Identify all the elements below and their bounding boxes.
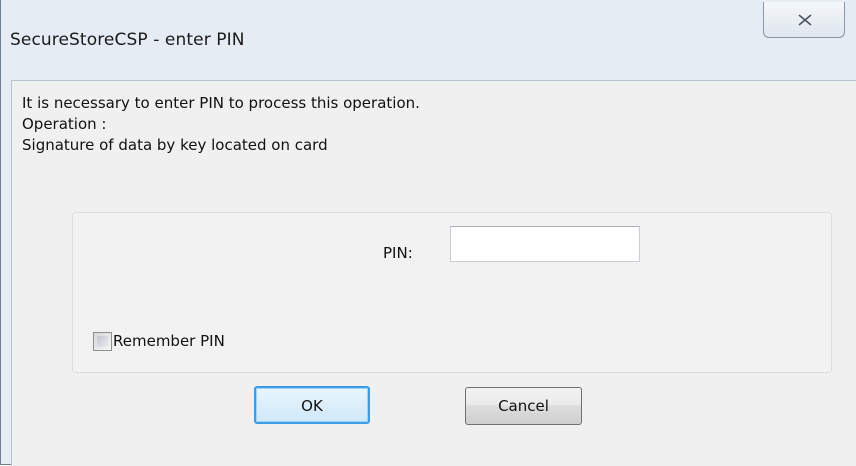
close-icon bbox=[798, 14, 812, 26]
dialog-window: SecureStoreCSP - enter PIN It is necessa… bbox=[0, 0, 856, 466]
ok-button[interactable]: OK bbox=[254, 386, 370, 424]
cancel-button[interactable]: Cancel bbox=[465, 387, 582, 425]
remember-pin-label[interactable]: Remember PIN bbox=[113, 332, 225, 350]
dialog-content: It is necessary to enter PIN to process … bbox=[11, 80, 856, 466]
message-line-2: Operation : bbox=[22, 115, 107, 133]
title-bar[interactable]: SecureStoreCSP - enter PIN bbox=[1, 0, 856, 80]
window-title: SecureStoreCSP - enter PIN bbox=[10, 30, 245, 50]
message-line-1: It is necessary to enter PIN to process … bbox=[22, 94, 420, 112]
remember-pin-checkbox[interactable] bbox=[93, 332, 112, 351]
close-button[interactable] bbox=[763, 2, 845, 38]
pin-label: PIN: bbox=[383, 244, 413, 262]
pin-group-box: PIN: Remember PIN bbox=[72, 212, 832, 373]
message-line-3: Signature of data by key located on card bbox=[22, 136, 328, 154]
pin-input[interactable] bbox=[450, 226, 640, 262]
